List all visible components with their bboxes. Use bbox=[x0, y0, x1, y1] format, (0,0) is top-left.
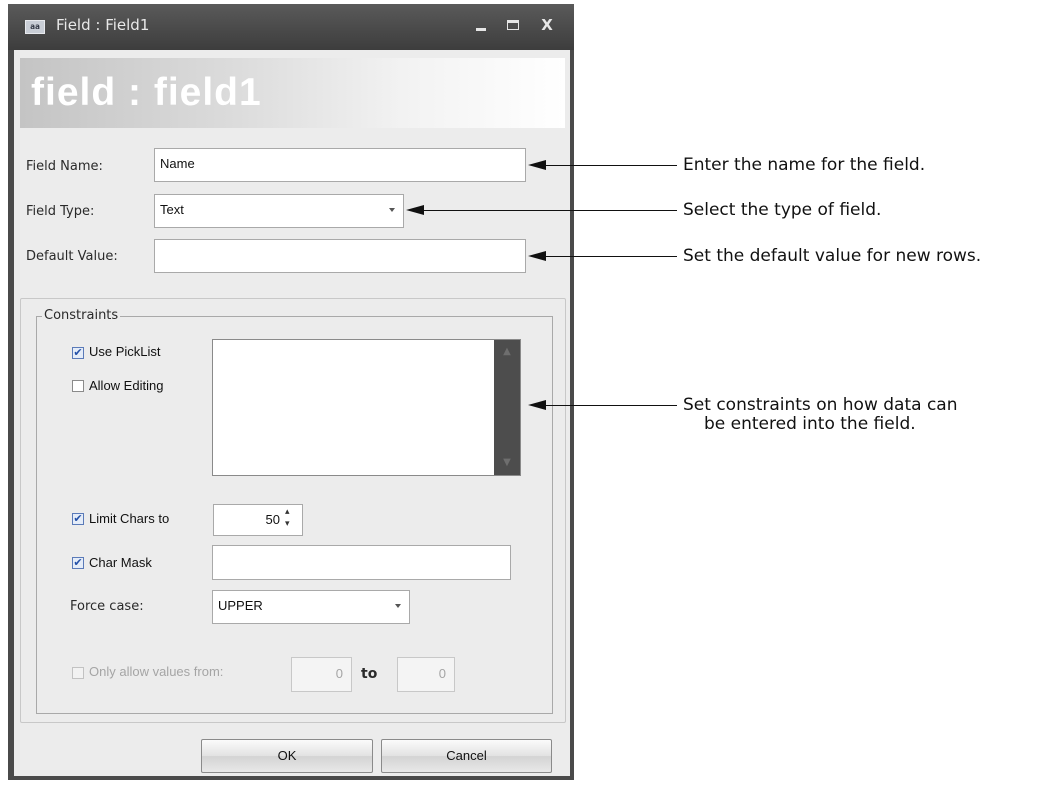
use-picklist-label: Use PickList bbox=[89, 344, 161, 359]
use-picklist-checkbox[interactable]: ✔ bbox=[72, 347, 84, 359]
callout-arrow-icon bbox=[528, 251, 546, 261]
range-to-label: to bbox=[361, 666, 378, 682]
spin-up-icon[interactable]: ▴ bbox=[285, 508, 290, 517]
limit-chars-checkbox[interactable]: ✔ bbox=[72, 513, 84, 525]
limit-chars-label: Limit Chars to bbox=[89, 511, 170, 526]
close-button[interactable]: X bbox=[536, 14, 558, 36]
maximize-button[interactable] bbox=[502, 14, 524, 36]
allow-editing-checkbox[interactable] bbox=[72, 380, 84, 392]
picklist-listbox[interactable] bbox=[212, 339, 521, 476]
callout-constraints-line2: be entered into the field. bbox=[704, 414, 916, 434]
default-value-input[interactable] bbox=[154, 239, 526, 273]
callout-line bbox=[424, 210, 677, 211]
callout-line bbox=[546, 405, 677, 406]
only-allow-label: Only allow values from: bbox=[89, 664, 224, 679]
char-mask-input[interactable] bbox=[212, 545, 511, 580]
minimize-button[interactable] bbox=[470, 14, 492, 36]
char-mask-label: Char Mask bbox=[89, 555, 152, 570]
callout-arrow-icon bbox=[528, 400, 546, 410]
only-allow-checkbox[interactable] bbox=[72, 667, 84, 679]
chevron-down-icon bbox=[389, 208, 395, 212]
cancel-button[interactable]: Cancel bbox=[381, 739, 552, 773]
callout-default-value: Set the default value for new rows. bbox=[683, 246, 982, 266]
callout-arrow-icon bbox=[528, 160, 546, 170]
field-name-label: Field Name: bbox=[26, 159, 103, 174]
range-to-input[interactable]: 0 bbox=[397, 657, 455, 692]
maximize-icon bbox=[507, 20, 519, 30]
window-title: Field : Field1 bbox=[56, 16, 150, 34]
callout-arrow-icon bbox=[406, 205, 424, 215]
spin-down-icon[interactable]: ▾ bbox=[285, 520, 290, 529]
scroll-down-icon[interactable]: ▼ bbox=[494, 451, 520, 475]
field-type-dropdown[interactable]: Text bbox=[154, 194, 404, 228]
range-from-input[interactable]: 0 bbox=[291, 657, 352, 692]
constraints-group-title: Constraints bbox=[42, 307, 121, 325]
callout-line bbox=[546, 165, 677, 166]
scroll-up-icon[interactable]: ▲ bbox=[494, 340, 520, 364]
callout-constraints-line1: Set constraints on how data can bbox=[683, 395, 958, 415]
callout-field-name: Enter the name for the field. bbox=[683, 155, 926, 175]
field-type-label: Field Type: bbox=[26, 204, 95, 219]
ok-button[interactable]: OK bbox=[201, 739, 373, 773]
callout-field-type: Select the type of field. bbox=[683, 200, 882, 220]
app-icon: aa bbox=[25, 20, 45, 34]
char-mask-checkbox[interactable]: ✔ bbox=[72, 557, 84, 569]
force-case-label: Force case: bbox=[70, 599, 144, 614]
force-case-value: UPPER bbox=[218, 598, 263, 613]
chevron-down-icon bbox=[395, 604, 401, 608]
field-name-input[interactable]: Name bbox=[154, 148, 526, 182]
minimize-icon bbox=[476, 28, 486, 31]
field-type-value: Text bbox=[160, 202, 184, 217]
banner-title: field : field1 bbox=[31, 71, 262, 114]
force-case-dropdown[interactable]: UPPER bbox=[212, 590, 410, 624]
default-value-label: Default Value: bbox=[26, 249, 118, 264]
callout-line bbox=[546, 256, 677, 257]
allow-editing-label: Allow Editing bbox=[89, 378, 164, 393]
